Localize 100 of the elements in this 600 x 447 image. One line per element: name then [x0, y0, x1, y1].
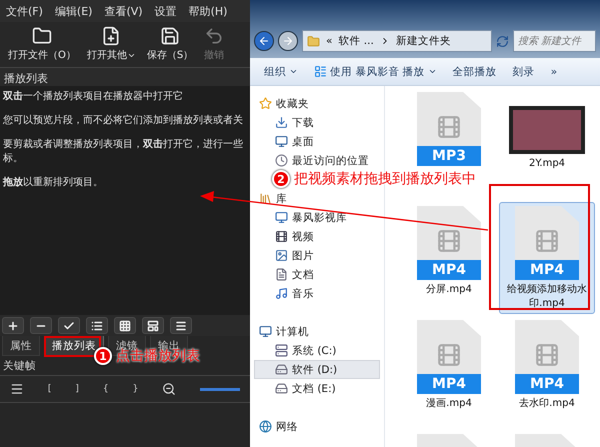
toolbar-button[interactable]: 保存（S） — [144, 26, 196, 63]
sidebar-item[interactable]: 计算机 — [254, 322, 380, 341]
help-text: 您可以预览片段，而不必将它们添加到播放列表或者关 — [3, 114, 244, 128]
player-icon — [314, 65, 327, 78]
video-file-icon: MP4 — [417, 320, 481, 394]
globe-icon — [259, 420, 272, 433]
image-icon — [275, 249, 288, 262]
list-button[interactable] — [86, 317, 108, 334]
toolbar-button[interactable]: » — [550, 66, 558, 78]
sidebar-item[interactable]: 系统 (C:) — [254, 341, 380, 360]
zoom-out-icon[interactable] — [162, 382, 176, 396]
menu-button[interactable] — [170, 317, 192, 334]
video-file-icon: MP4 — [515, 320, 579, 394]
panel-title: 播放列表 — [0, 68, 250, 86]
file-name: 去水印.mp4 — [519, 397, 575, 410]
sidebar-item[interactable]: 文档 (E:) — [254, 379, 380, 398]
breadcrumb-item[interactable]: 新建文件夹 — [396, 34, 451, 48]
zoom-slider-track[interactable] — [200, 388, 240, 390]
file-item[interactable]: 2Y.mp4 — [499, 88, 595, 174]
forward-button[interactable] — [278, 31, 298, 51]
breadcrumb-overflow[interactable]: « — [326, 35, 332, 47]
check-button[interactable] — [58, 317, 80, 334]
annotation-text: 把视频素材拖拽到播放列表中 — [294, 171, 476, 187]
file-item[interactable]: MP4 漫画.mp4 — [401, 316, 497, 414]
save-icon — [160, 26, 180, 46]
menu-icon — [175, 320, 187, 332]
sidebar-item[interactable]: 图片 — [254, 246, 380, 265]
help-text: 标。 — [3, 152, 24, 166]
sidebar-item[interactable]: 视频 — [254, 227, 380, 246]
breadcrumb-item[interactable]: 软件 ... — [338, 34, 374, 48]
sidebar-item[interactable]: 下载 — [254, 113, 380, 132]
layout-icon — [147, 320, 159, 332]
hard-drive-icon — [275, 363, 288, 376]
caret-icon — [289, 67, 298, 76]
list-icon — [91, 320, 103, 332]
back-button[interactable] — [254, 31, 274, 51]
star-icon — [259, 97, 272, 110]
grid-button[interactable] — [114, 317, 136, 334]
sidebar-item[interactable]: 暴风影视库 — [254, 208, 380, 227]
toolbar-button[interactable]: 打开其他 — [84, 26, 138, 63]
help-text: 拖放以重新排列项目。 — [3, 176, 104, 190]
caret-icon — [428, 67, 437, 76]
panel-tab[interactable]: 属性 — [2, 336, 40, 356]
bracket-button[interactable]: [ — [48, 384, 52, 394]
menu-item[interactable]: 帮助(H) — [188, 4, 228, 18]
arrow-right-icon — [282, 35, 294, 47]
film-icon — [275, 230, 288, 243]
sidebar-item[interactable]: 文档 — [254, 265, 380, 284]
menu-item[interactable]: 文件(F) — [6, 4, 43, 18]
file-name: 分屏.mp4 — [426, 283, 472, 296]
file-item[interactable]: MP4 分屏.mp4 — [401, 202, 497, 300]
menu-icon[interactable] — [10, 382, 24, 396]
video-file-icon: MP4 — [417, 206, 481, 280]
arrow-left-icon — [258, 35, 270, 47]
sidebar-item[interactable]: 网络 — [254, 417, 380, 436]
bracket-button[interactable]: } — [132, 384, 138, 394]
file-name: 2Y.mp4 — [528, 157, 566, 170]
menu-item[interactable]: 查看(V) — [104, 4, 143, 18]
menu-item[interactable]: 设置 — [154, 4, 177, 18]
file-item[interactable]: MP4 给视频添加移动水印.mp4 — [499, 202, 595, 314]
folder-icon — [307, 34, 320, 48]
document-icon — [275, 268, 288, 281]
grid-icon — [119, 320, 131, 332]
minus-button[interactable] — [30, 317, 52, 334]
toolbar-button[interactable]: 打开文件（O） — [6, 26, 78, 63]
check-icon — [63, 320, 75, 332]
bracket-button[interactable]: { — [102, 384, 109, 394]
sidebar-item[interactable]: 音乐 — [254, 284, 380, 303]
file-name: 漫画.mp4 — [426, 397, 472, 410]
undo-icon — [204, 26, 224, 46]
plus-icon — [7, 320, 19, 332]
file-item[interactable]: MP4 去水印.mp4 — [499, 316, 595, 414]
menu-item[interactable]: 编辑(E) — [54, 4, 92, 18]
search-field[interactable]: 搜索 新建文件 — [513, 30, 596, 52]
plus-button[interactable] — [2, 317, 24, 334]
toolbar-button[interactable]: 组织 — [264, 64, 298, 78]
hard-drive-icon — [275, 382, 288, 395]
sidebar-item[interactable]: 软件 (D:) — [254, 360, 380, 379]
monitor-icon — [275, 135, 288, 148]
address-bar[interactable]: « 软件 ... 新建文件夹 — [302, 30, 492, 52]
sidebar-item[interactable]: 桌面 — [254, 132, 380, 151]
monitor-icon — [259, 325, 272, 338]
layout-button[interactable] — [142, 317, 164, 334]
toolbar-button[interactable]: 全部播放 — [452, 64, 497, 78]
file-name: 给视频添加移动水印.mp4 — [506, 283, 588, 310]
download-icon — [275, 116, 288, 129]
sidebar-item[interactable]: 库 — [254, 189, 380, 208]
refresh-icon[interactable] — [496, 34, 509, 48]
music-note-icon — [275, 287, 288, 300]
video-file-icon: MP3 — [417, 92, 481, 166]
monitor-icon — [275, 211, 288, 224]
video-file-icon: MP4 — [515, 206, 579, 280]
server-icon — [275, 344, 288, 357]
sidebar-item[interactable]: 收藏夹 — [254, 94, 380, 113]
toolbar-button[interactable]: 刻录 — [512, 64, 535, 78]
toolbar-button[interactable]: 使用 暴风影音 播放 — [314, 64, 437, 78]
sidebar-item[interactable]: 最近访问的位置 — [254, 151, 380, 170]
library-icon — [259, 192, 272, 205]
bracket-button[interactable]: ] — [75, 384, 79, 394]
file-item[interactable]: MP3 — [401, 88, 497, 170]
